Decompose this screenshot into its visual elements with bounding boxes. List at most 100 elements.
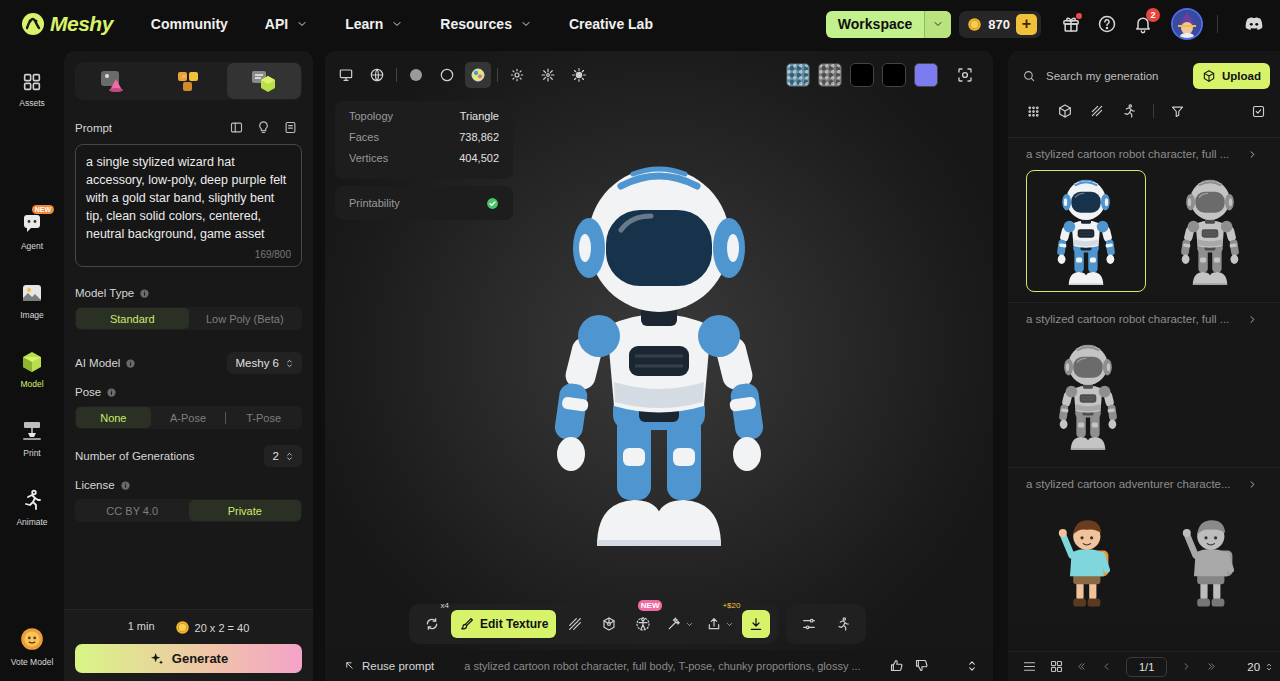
segment-option[interactable]: None xyxy=(76,407,151,428)
segment-option[interactable]: T-Pose xyxy=(226,407,301,428)
material-swatch[interactable] xyxy=(882,63,906,87)
action-button[interactable]: NEW xyxy=(628,610,658,638)
notifications-button[interactable]: 2 xyxy=(1129,10,1157,38)
action-button[interactable]: x4 xyxy=(417,610,447,638)
previous-page-icon[interactable] xyxy=(1101,661,1112,672)
workspace-button[interactable]: Workspace xyxy=(826,11,951,38)
focus-button[interactable] xyxy=(952,62,978,88)
help-button[interactable] xyxy=(1093,10,1121,38)
generate-button[interactable]: Generate xyxy=(75,644,302,673)
group-header[interactable]: a stylized cartoon robot character, full… xyxy=(1026,148,1270,160)
textures-icon[interactable] xyxy=(1089,103,1105,119)
ai-model-dropdown[interactable]: Meshy 6 xyxy=(227,352,302,374)
animations-icon[interactable] xyxy=(1121,103,1137,119)
segment-option[interactable]: A-Pose xyxy=(151,407,226,428)
nav-link[interactable]: Creative Lab xyxy=(569,16,653,32)
sidebar-item[interactable]: Print xyxy=(2,415,62,462)
lightbulb-icon[interactable] xyxy=(256,120,271,135)
thumbs-down-icon[interactable] xyxy=(914,658,929,673)
action-button[interactable]: +$20 xyxy=(702,610,738,638)
group-header[interactable]: a stylized cartoon adventurer characte..… xyxy=(1026,478,1270,490)
models-icon[interactable] xyxy=(1057,103,1073,119)
sidebar-item[interactable]: Model xyxy=(2,346,62,393)
action-button[interactable] xyxy=(662,610,698,638)
edit-texture-button[interactable]: Edit Texture xyxy=(451,610,556,638)
view-mode-button[interactable] xyxy=(333,62,359,88)
segment-option[interactable]: Standard xyxy=(76,308,189,329)
generation-thumbnail[interactable] xyxy=(1026,170,1146,292)
nav-link[interactable]: Learn xyxy=(345,16,403,32)
sidebar-item[interactable]: Vote Model xyxy=(2,622,62,671)
view-mode-button[interactable] xyxy=(566,62,592,88)
first-page-icon[interactable] xyxy=(1076,661,1087,672)
all-items-icon[interactable] xyxy=(1026,104,1041,119)
prompt-input[interactable]: a single stylized wizard hat accessory, … xyxy=(75,144,302,267)
discord-button[interactable] xyxy=(1240,10,1268,38)
list-view-icon[interactable] xyxy=(1022,659,1037,674)
workspace-label[interactable]: Workspace xyxy=(826,11,924,38)
document-icon[interactable] xyxy=(283,120,298,135)
next-page-icon[interactable] xyxy=(1181,661,1192,672)
generation-thumbnail[interactable] xyxy=(1150,500,1270,622)
thumbs-up-icon[interactable] xyxy=(889,658,904,673)
sidebar-item[interactable]: Image xyxy=(2,277,62,324)
view-mode-button[interactable] xyxy=(364,62,390,88)
info-icon[interactable] xyxy=(125,358,136,369)
mode-tab[interactable] xyxy=(227,63,301,99)
sidebar-item[interactable]: Animate xyxy=(2,484,62,531)
view-mode-button[interactable] xyxy=(403,62,429,88)
material-swatch[interactable] xyxy=(850,63,874,87)
add-credits-button[interactable]: + xyxy=(1016,14,1037,35)
logo[interactable]: Meshy xyxy=(20,11,113,37)
grid-view-icon[interactable] xyxy=(1049,659,1064,674)
reuse-prompt-button[interactable]: Reuse prompt xyxy=(343,659,434,672)
action-button[interactable] xyxy=(794,610,824,638)
avatar[interactable] xyxy=(1171,8,1203,40)
page-size-selector[interactable]: 20 xyxy=(1247,661,1274,673)
generation-thumbnail[interactable] xyxy=(1026,335,1150,457)
printability-card[interactable]: Printability xyxy=(335,186,513,220)
page-indicator[interactable]: 1/1 xyxy=(1126,657,1167,677)
nav-link[interactable]: Community xyxy=(151,16,228,32)
filter-icon[interactable] xyxy=(1170,104,1185,119)
material-swatch[interactable] xyxy=(818,63,842,87)
generations-stepper[interactable]: 2 xyxy=(264,445,302,467)
generation-thumbnail[interactable] xyxy=(1026,500,1146,622)
view-mode-button[interactable] xyxy=(465,62,491,88)
action-button[interactable] xyxy=(560,610,590,638)
search-field[interactable] xyxy=(1022,63,1185,89)
layout-icon[interactable] xyxy=(229,120,244,135)
generation-thumbnail[interactable] xyxy=(1150,170,1270,292)
view-mode-button[interactable] xyxy=(535,62,561,88)
nav-link[interactable]: Resources xyxy=(440,16,532,32)
action-button[interactable] xyxy=(742,610,770,638)
search-input[interactable] xyxy=(1044,69,1185,83)
action-button[interactable] xyxy=(828,610,858,638)
segment-option[interactable]: Low Poly (Beta) xyxy=(189,308,302,329)
expand-icon[interactable] xyxy=(965,659,979,673)
action-button[interactable] xyxy=(594,610,624,638)
material-swatch[interactable] xyxy=(914,63,938,87)
upload-button[interactable]: Upload xyxy=(1193,63,1270,89)
group-header[interactable]: a stylized cartoon robot character, full… xyxy=(1026,313,1270,325)
segment-option[interactable]: Private xyxy=(189,500,302,521)
select-icon[interactable] xyxy=(1251,104,1266,119)
gift-button[interactable] xyxy=(1057,10,1085,38)
material-swatch[interactable] xyxy=(786,63,810,87)
mode-tab[interactable] xyxy=(152,63,226,99)
view-mode-button[interactable] xyxy=(504,62,530,88)
robot-model[interactable] xyxy=(529,152,789,552)
info-icon[interactable] xyxy=(139,288,150,299)
model-viewport[interactable]: TopologyTriangleFaces738,862Vertices404,… xyxy=(325,51,993,650)
nav-link[interactable]: API xyxy=(265,16,308,32)
workspace-dropdown[interactable] xyxy=(924,11,951,38)
last-page-icon[interactable] xyxy=(1206,661,1217,672)
credits-pill[interactable]: 870+ xyxy=(959,11,1041,38)
mode-tab[interactable] xyxy=(76,63,150,99)
info-icon[interactable] xyxy=(106,387,117,398)
prompt-text[interactable]: a single stylized wizard hat accessory, … xyxy=(86,153,291,243)
sidebar-item[interactable]: AgentNEW xyxy=(2,208,62,255)
info-icon[interactable] xyxy=(120,480,131,491)
view-mode-button[interactable] xyxy=(434,62,460,88)
sidebar-item[interactable]: Assets xyxy=(2,67,62,112)
